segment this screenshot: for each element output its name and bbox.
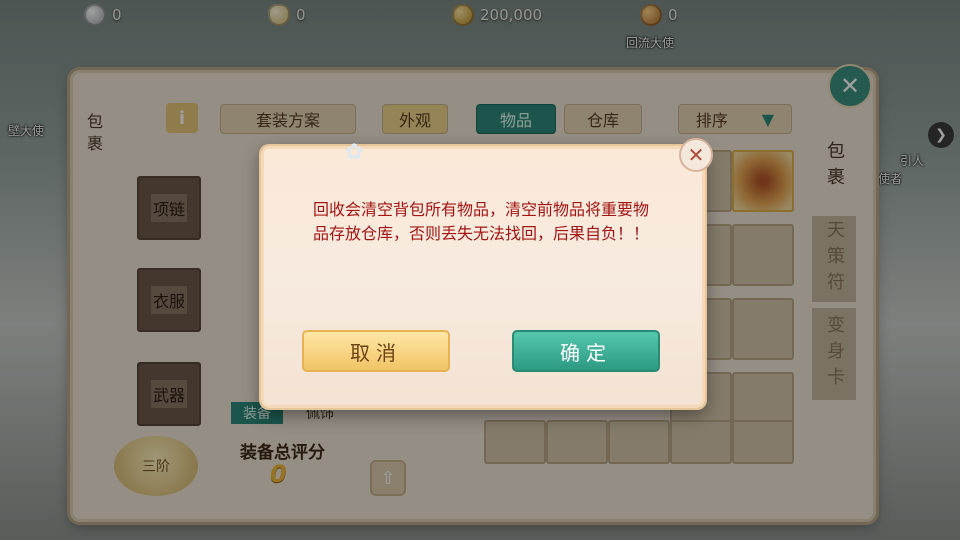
dialog-close-icon[interactable]: ✕ bbox=[679, 138, 713, 172]
flower-decoration-icon: ✿ bbox=[345, 140, 364, 165]
dialog-message: 回收会清空背包所有物品，清空前物品将重要物品存放仓库，否则丢失无法找回，后果自负… bbox=[312, 200, 649, 243]
cancel-button[interactable]: 取消 bbox=[302, 330, 450, 372]
confirm-button[interactable]: 确定 bbox=[512, 330, 660, 372]
